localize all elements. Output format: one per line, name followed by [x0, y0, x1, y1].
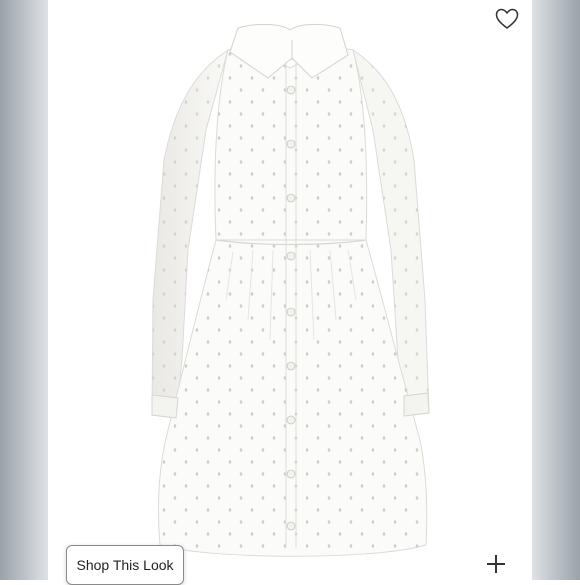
right-blur-margin [532, 0, 580, 580]
product-image-shirt-dress [151, 23, 430, 557]
plus-icon [487, 555, 505, 573]
add-button[interactable] [477, 546, 515, 582]
product-photo-area [48, 0, 532, 580]
shop-this-look-button[interactable]: Shop This Look [66, 545, 184, 585]
favorite-button[interactable] [488, 3, 526, 35]
left-blur-margin [0, 0, 48, 580]
heart-outline-icon [495, 8, 519, 29]
shop-this-look-label: Shop This Look [76, 557, 174, 573]
